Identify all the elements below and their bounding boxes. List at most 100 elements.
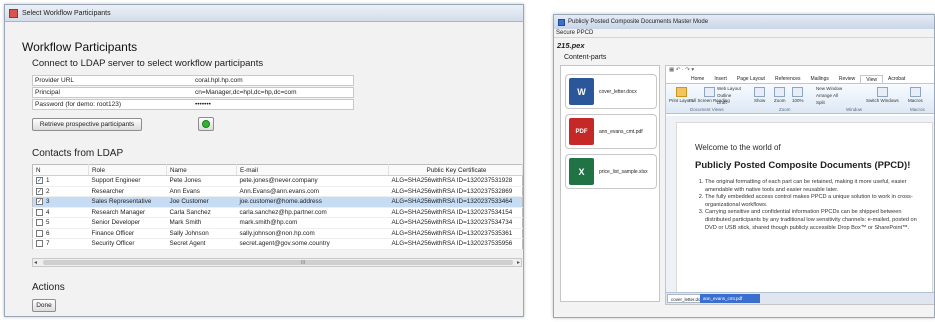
document-title: Publicly Posted Composite Documents (PPC… <box>695 160 911 171</box>
column-header-certificate[interactable]: Public Key Certificate <box>388 164 523 176</box>
table-row[interactable]: ✓ 3 Sales Representative Joe Customer joe.cu… <box>32 196 523 208</box>
table-header-row: N Role Name E-mail Public Key Certificat… <box>32 164 523 176</box>
row-number-cell: 4 <box>32 207 89 218</box>
word-viewer: ▦ ↶ · ↷ ▾ Home Insert Page Layout Refere… <box>665 65 934 305</box>
column-header-role[interactable]: Role <box>88 164 167 176</box>
column-header-email[interactable]: E-mail <box>236 164 389 176</box>
word-icon: W <box>569 78 594 105</box>
done-button[interactable]: Done <box>32 299 56 312</box>
row-checkbox[interactable]: ✓ <box>36 187 43 195</box>
menu-secure-ppcd[interactable]: Secure PPCD <box>556 30 593 36</box>
content-part-name: cover_letter.docx <box>599 88 637 95</box>
scroll-right-icon[interactable]: ▸ <box>517 259 520 266</box>
name-cell: Mark Smith <box>166 217 237 229</box>
row-checkbox[interactable] <box>36 240 43 248</box>
document-points: The original formatting of each part can… <box>695 179 923 232</box>
switch-windows-button[interactable]: Switch Windows <box>866 87 899 103</box>
row-checkbox[interactable]: ✓ <box>36 198 43 206</box>
table-row[interactable]: 5 Senior Developer Mark Smith mark.smith@hp… <box>32 217 523 229</box>
contacts-table: N Role Name E-mail Public Key Certificat… <box>32 164 523 250</box>
role-cell: Senior Developer <box>88 217 167 229</box>
provider-url-value[interactable]: coral.hpl.hp.com <box>195 77 353 84</box>
scrollbar-thumb[interactable] <box>43 260 513 265</box>
table-row[interactable]: 6 Finance Officer Sally Johnson sally.johns… <box>32 228 523 239</box>
tab-home[interactable]: Home <box>686 75 709 83</box>
password-value[interactable]: ••••••• <box>195 101 353 108</box>
web-layout-button[interactable]: Web Layout <box>717 86 741 91</box>
draft-button[interactable]: Draft <box>717 100 727 105</box>
password-field[interactable]: Password (for demo: root123) ••••••• <box>32 99 354 110</box>
tab-insert[interactable]: Insert <box>709 75 732 83</box>
group-document-views: Document Views <box>690 107 724 112</box>
tab-page-layout[interactable]: Page Layout <box>732 75 770 83</box>
tab-references[interactable]: References <box>770 75 806 83</box>
row-checkbox[interactable] <box>36 219 43 227</box>
document-name: 215.pex <box>557 41 585 50</box>
list-item: The original formatting of each part can… <box>705 179 923 194</box>
ribbon: Print Layout Full Screen Reading Web Lay… <box>666 84 934 114</box>
email-cell: joe.customer@home.address <box>236 196 389 208</box>
full-screen-icon <box>703 87 715 97</box>
row-checkbox[interactable]: ✓ <box>36 177 43 185</box>
menu-bar: Secure PPCD <box>554 29 934 38</box>
horizontal-scrollbar[interactable]: ◂ III ▸ <box>32 258 522 267</box>
refresh-button[interactable] <box>198 117 214 131</box>
show-button[interactable]: Show <box>754 87 765 103</box>
split-button[interactable]: Split <box>816 100 825 105</box>
table-row[interactable]: 4 Research Manager Carla Sanchez carla.sanc… <box>32 207 523 218</box>
principal-value[interactable]: cn=Manager,dc=hpl,dc=hp,dc=com <box>195 89 353 96</box>
tab-view[interactable]: View <box>860 75 884 83</box>
ppcd-app-icon <box>558 18 565 26</box>
scrollbar-grip: III <box>301 260 306 266</box>
group-zoom: Zoom <box>779 107 791 112</box>
certificate-cell: ALG=SHA256withRSA ID=1320237533464 <box>388 196 523 208</box>
row-checkbox[interactable] <box>36 229 43 237</box>
table-row[interactable]: ✓ 1 Support Engineer Pete Jones pete.jones@n… <box>32 175 523 187</box>
ppcd-window-title: Publicly Posted Composite Documents Mast… <box>568 19 709 25</box>
list-item: Carrying sensitive and confidential info… <box>705 209 923 232</box>
certificate-cell: ALG=SHA256withRSA ID=1320237535361 <box>388 228 523 239</box>
role-cell: Sales Representative <box>88 196 167 208</box>
scroll-left-icon[interactable]: ◂ <box>34 259 37 266</box>
certificate-cell: ALG=SHA256withRSA ID=1320237531928 <box>388 175 523 187</box>
tab-review[interactable]: Review <box>834 75 860 83</box>
tab-acrobat[interactable]: Acrobat <box>883 75 910 83</box>
pdf-icon: PDF <box>569 118 594 145</box>
content-part-item[interactable]: PDF ann_evans_cmt.pdf <box>565 114 657 149</box>
tab-mailings[interactable]: Mailings <box>806 75 834 83</box>
content-part-item[interactable]: X price_list_sample.xlsx <box>565 154 657 189</box>
principal-field[interactable]: Principal cn=Manager,dc=hpl,dc=hp,dc=com <box>32 87 354 98</box>
column-header-name[interactable]: Name <box>166 164 237 176</box>
document-tabs-bar: cover_letter.docx ann_evans_cmt.pdf pric… <box>666 292 934 304</box>
outline-button[interactable]: Outline <box>717 93 731 98</box>
row-number-cell: 5 <box>32 217 89 229</box>
show-icon <box>754 87 766 97</box>
table-row[interactable]: ✓ 2 Researcher Ann Evans Ann.Evans@ann.evans… <box>32 186 523 197</box>
new-window-button[interactable]: New Window <box>816 86 842 91</box>
macros-icon <box>909 87 921 97</box>
row-number-cell: ✓ 3 <box>32 196 89 208</box>
arrange-all-button[interactable]: Arrange All <box>816 93 838 98</box>
table-row[interactable]: 7 Security Officer Secret Agent secret.agen… <box>32 238 523 250</box>
macros-button[interactable]: Macros <box>908 87 923 103</box>
zoom-100-button[interactable]: 100% <box>792 87 804 103</box>
role-cell: Support Engineer <box>88 175 167 187</box>
email-cell: pete.jones@never.company <box>236 175 389 187</box>
zoom-button[interactable]: Zoom <box>774 87 786 103</box>
content-part-name: ann_evans_cmt.pdf <box>599 128 643 135</box>
provider-url-label: Provider URL <box>35 77 75 84</box>
name-cell: Sally Johnson <box>166 228 237 239</box>
list-item: The fully embedded access control makes … <box>705 194 923 209</box>
provider-url-field[interactable]: Provider URL coral.hpl.hp.com <box>32 75 354 86</box>
role-cell: Researcher <box>88 186 167 197</box>
row-number-cell: ✓ 2 <box>32 186 89 197</box>
zoom-100-icon <box>792 87 804 97</box>
doc-tab-others[interactable]: ann_evans_cmt.pdf price_list... <box>700 294 760 303</box>
row-checkbox[interactable] <box>36 208 43 216</box>
document-page[interactable]: Welcome to the world of Publicly Posted … <box>676 122 933 294</box>
row-number: 7 <box>46 240 50 248</box>
retrieve-participants-button[interactable]: Retrieve prospective participants <box>32 118 142 131</box>
content-part-item[interactable]: W cover_letter.docx <box>565 74 657 109</box>
role-cell: Finance Officer <box>88 228 167 239</box>
column-header-n[interactable]: N <box>32 164 89 176</box>
